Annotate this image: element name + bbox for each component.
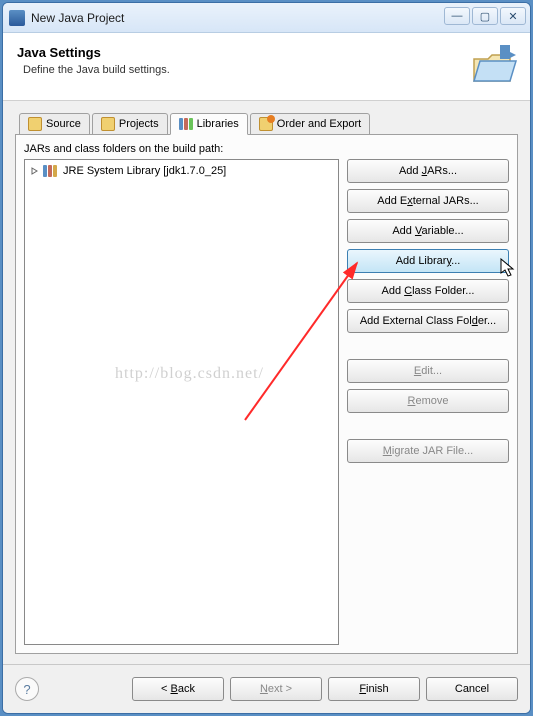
back-button[interactable]: < Back bbox=[132, 677, 224, 701]
finish-button[interactable]: Finish bbox=[328, 677, 420, 701]
tree-item-label: JRE System Library [jdk1.7.0_25] bbox=[63, 165, 226, 177]
tree-item-jre[interactable]: JRE System Library [jdk1.7.0_25] bbox=[27, 164, 336, 178]
tab-source[interactable]: Source bbox=[19, 113, 90, 134]
tab-label: Source bbox=[46, 118, 81, 130]
main-row: JRE System Library [jdk1.7.0_25] Add JAR… bbox=[24, 159, 509, 645]
cancel-button[interactable]: Cancel bbox=[426, 677, 518, 701]
window-controls: — ▢ ✕ bbox=[444, 7, 526, 25]
folder-wizard-icon bbox=[470, 41, 518, 89]
header-panel: Java Settings Define the Java build sett… bbox=[3, 33, 530, 101]
expand-arrow-icon[interactable] bbox=[31, 167, 39, 175]
tab-projects[interactable]: Projects bbox=[92, 113, 168, 134]
tab-body: JARs and class folders on the build path… bbox=[15, 135, 518, 654]
build-path-tree[interactable]: JRE System Library [jdk1.7.0_25] bbox=[24, 159, 339, 645]
library-icon bbox=[43, 165, 59, 177]
migrate-jar-button: Migrate JAR File... bbox=[347, 439, 509, 463]
projects-icon bbox=[101, 117, 115, 131]
page-title: Java Settings bbox=[17, 45, 516, 60]
tab-label: Projects bbox=[119, 118, 159, 130]
tab-label: Libraries bbox=[197, 118, 239, 130]
close-button[interactable]: ✕ bbox=[500, 7, 526, 25]
button-column: Add JARs... Add External JARs... Add Var… bbox=[347, 159, 509, 645]
tab-libraries[interactable]: Libraries bbox=[170, 113, 248, 135]
add-library-button[interactable]: Add Library... bbox=[347, 249, 509, 273]
add-jars-button[interactable]: Add JARs... bbox=[347, 159, 509, 183]
add-variable-button[interactable]: Add Variable... bbox=[347, 219, 509, 243]
list-label: JARs and class folders on the build path… bbox=[24, 143, 509, 155]
add-external-class-folder-button[interactable]: Add External Class Folder... bbox=[347, 309, 509, 333]
source-folder-icon bbox=[28, 117, 42, 131]
minimize-button[interactable]: — bbox=[444, 7, 470, 25]
maximize-button[interactable]: ▢ bbox=[472, 7, 498, 25]
tab-label: Order and Export bbox=[277, 118, 361, 130]
add-class-folder-button[interactable]: Add Class Folder... bbox=[347, 279, 509, 303]
footer: ? < Back Next > Finish Cancel bbox=[3, 664, 530, 713]
help-button[interactable]: ? bbox=[15, 677, 39, 701]
page-subtitle: Define the Java build settings. bbox=[23, 64, 516, 76]
tab-bar: Source Projects Libraries Order and Expo… bbox=[15, 111, 518, 135]
edit-button: Edit... bbox=[347, 359, 509, 383]
dialog-window: New Java Project — ▢ ✕ Java Settings Def… bbox=[2, 2, 531, 714]
window-title: New Java Project bbox=[31, 11, 124, 25]
content-area: Source Projects Libraries Order and Expo… bbox=[3, 101, 530, 664]
remove-button: Remove bbox=[347, 389, 509, 413]
java-project-icon bbox=[9, 10, 25, 26]
tab-order-export[interactable]: Order and Export bbox=[250, 113, 370, 134]
next-button: Next > bbox=[230, 677, 322, 701]
titlebar: New Java Project — ▢ ✕ bbox=[3, 3, 530, 33]
libraries-icon bbox=[179, 117, 193, 131]
add-external-jars-button[interactable]: Add External JARs... bbox=[347, 189, 509, 213]
order-export-icon bbox=[259, 117, 273, 131]
